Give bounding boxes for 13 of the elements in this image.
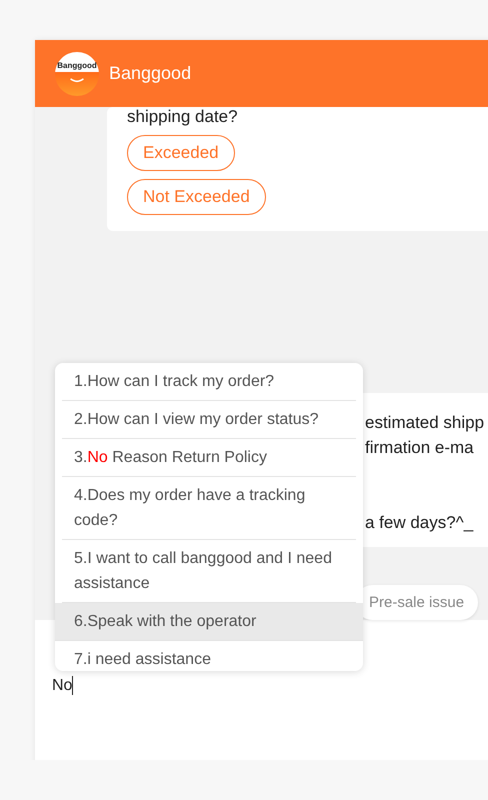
message-text: firmation e-ma: [365, 437, 474, 459]
suggestion-item[interactable]: 6.Speak with the operator: [55, 603, 363, 641]
suggestion-item[interactable]: 4.Does my order have a tracking code?: [62, 477, 356, 540]
message-text: estimated shipp: [365, 412, 484, 434]
logo-icon: Banggood: [55, 52, 99, 96]
window-title: Banggood: [109, 63, 192, 84]
suggestion-item[interactable]: 3.No Reason Return Policy: [62, 439, 356, 477]
suggestion-item[interactable]: 2.How can I view my order status?: [62, 401, 356, 439]
message-text: a few days?^_: [365, 512, 474, 534]
message-text: shipping date?: [127, 107, 238, 127]
suggestion-item[interactable]: 1.How can I track my order?: [62, 363, 356, 401]
message-input[interactable]: No: [52, 676, 488, 695]
suggestion-item[interactable]: 7.i need assistance: [62, 641, 356, 671]
